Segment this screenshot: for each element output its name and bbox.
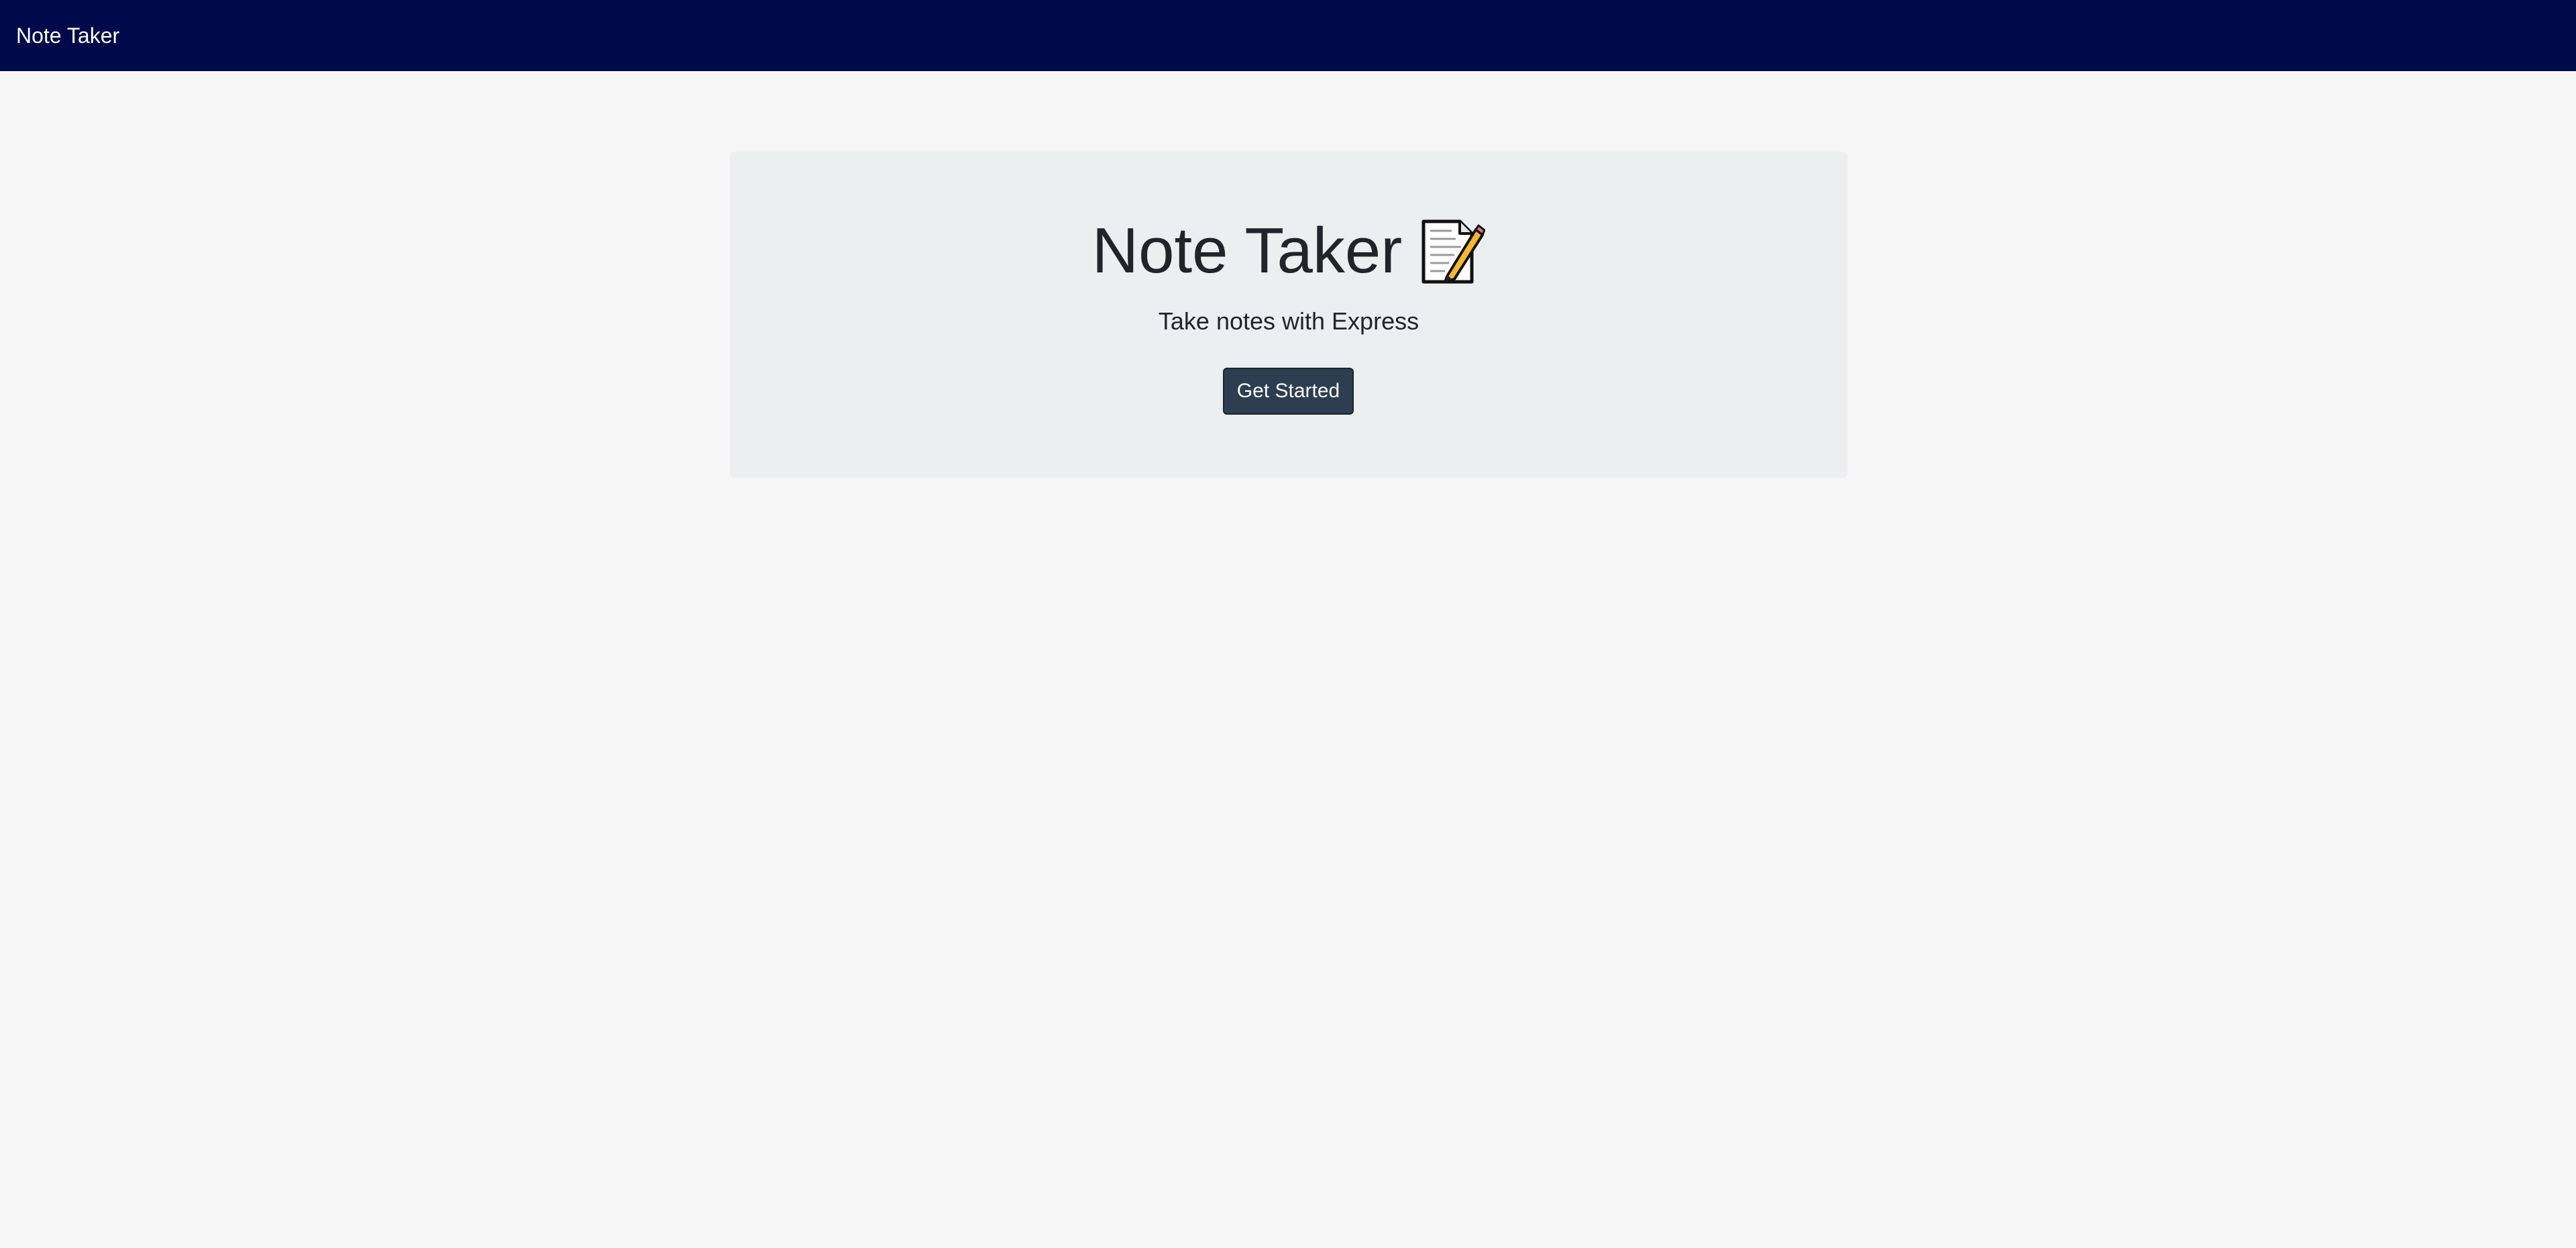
hero-subtitle: Take notes with Express xyxy=(1158,307,1419,335)
get-started-button[interactable]: Get Started xyxy=(1223,368,1354,415)
memo-icon xyxy=(1421,219,1486,284)
hero-jumbotron: Note Taker Take notes with Express Get S… xyxy=(730,152,1847,478)
navbar: Note Taker xyxy=(0,0,2576,71)
hero-title-row: Note Taker xyxy=(730,217,1847,284)
page-title: Note Taker xyxy=(1091,215,1403,287)
navbar-brand[interactable]: Note Taker xyxy=(16,23,119,48)
